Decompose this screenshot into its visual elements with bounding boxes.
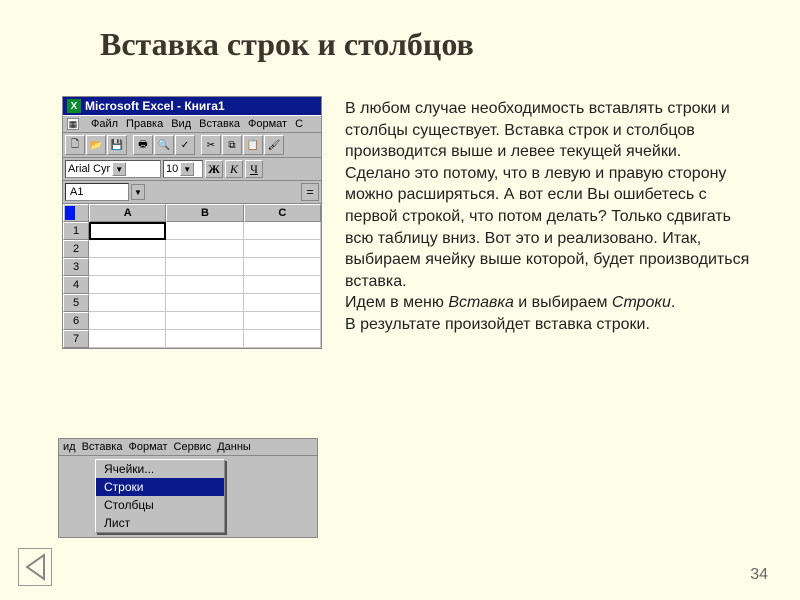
copy-icon[interactable]: ⧉ xyxy=(222,135,242,155)
paste-icon[interactable]: 📋 xyxy=(243,135,263,155)
formula-bar: A1 ▼ = xyxy=(63,181,321,204)
cut-icon[interactable]: ✂ xyxy=(201,135,221,155)
cell[interactable] xyxy=(244,258,321,276)
menu-view[interactable]: Вид xyxy=(171,118,191,130)
triangle-left-icon xyxy=(24,553,46,581)
paragraph-2: Сделано это потому, что в левую и правую… xyxy=(345,163,755,293)
paragraph-3: Идем в меню Вставка и выбираем Строки. xyxy=(345,292,755,314)
dropdown-arrow-icon[interactable]: ▼ xyxy=(180,162,194,176)
excel-app-icon: X xyxy=(67,99,81,113)
menu-edit[interactable]: Правка xyxy=(126,118,163,130)
font-name-value: Arial Cyr xyxy=(68,163,110,175)
cell[interactable] xyxy=(244,294,321,312)
column-header-c[interactable]: C xyxy=(244,204,321,222)
text-fragment: Идем в меню xyxy=(345,294,448,311)
menu-format[interactable]: Формат xyxy=(128,441,167,453)
name-box-arrow-icon[interactable]: ▼ xyxy=(131,184,145,200)
select-all-corner[interactable] xyxy=(63,204,89,222)
menu-format[interactable]: Формат xyxy=(248,118,287,130)
underline-button[interactable]: Ч xyxy=(245,160,263,178)
column-header-a[interactable]: A xyxy=(89,204,166,222)
cell[interactable] xyxy=(89,330,166,348)
menu-insert[interactable]: Вставка xyxy=(82,441,123,453)
format-painter-icon[interactable]: 🖌 xyxy=(264,135,284,155)
font-name-combo[interactable]: Arial Cyr ▼ xyxy=(65,160,161,178)
font-size-value: 10 xyxy=(166,163,178,175)
font-size-combo[interactable]: 10 ▼ xyxy=(163,160,203,178)
slide-title: Вставка строк и столбцов xyxy=(100,26,474,63)
window-title: Microsoft Excel - Книга1 xyxy=(85,99,225,113)
page-number: 34 xyxy=(750,566,768,584)
insert-dropdown: Ячейки... Строки Столбцы Лист xyxy=(95,459,225,533)
dropdown-arrow-icon[interactable]: ▼ xyxy=(112,162,126,176)
menu-item-cells[interactable]: Ячейки... xyxy=(96,460,224,478)
name-box[interactable]: A1 xyxy=(65,183,129,201)
cell[interactable] xyxy=(166,312,243,330)
standard-toolbar: 🗋 📂 💾 🖶 🔍 ✓ ✂ ⧉ 📋 🖌 xyxy=(63,133,321,158)
cell[interactable] xyxy=(244,276,321,294)
text-fragment: . xyxy=(671,294,675,311)
print-preview-icon[interactable]: 🔍 xyxy=(154,135,174,155)
excel-window: X Microsoft Excel - Книга1 ▦ Файл Правка… xyxy=(62,96,322,349)
paragraph-4: В результате произойдет вставка строки. xyxy=(345,314,755,336)
spellcheck-icon[interactable]: ✓ xyxy=(175,135,195,155)
cell-a1[interactable] xyxy=(89,222,166,240)
formatting-toolbar: Arial Cyr ▼ 10 ▼ Ж К Ч xyxy=(63,158,321,181)
menu-insert[interactable]: Вставка xyxy=(199,118,240,130)
menu-tools[interactable]: С xyxy=(295,118,303,130)
row-header[interactable]: 2 xyxy=(63,240,89,258)
menu-item-rows: Строки xyxy=(612,294,671,311)
row-header[interactable]: 4 xyxy=(63,276,89,294)
cell[interactable] xyxy=(166,258,243,276)
menu-view-fragment[interactable]: ид xyxy=(63,441,76,453)
cell[interactable] xyxy=(244,312,321,330)
save-icon[interactable]: 💾 xyxy=(107,135,127,155)
cell[interactable] xyxy=(244,240,321,258)
cell[interactable] xyxy=(89,312,166,330)
equals-button[interactable]: = xyxy=(301,183,319,201)
column-header-b[interactable]: B xyxy=(166,204,243,222)
cell[interactable] xyxy=(244,222,321,240)
cell[interactable] xyxy=(89,258,166,276)
menu-item-sheet[interactable]: Лист xyxy=(96,514,224,532)
workbook-icon: ▦ xyxy=(67,118,79,130)
row-header[interactable]: 5 xyxy=(63,294,89,312)
text-fragment: и выбираем xyxy=(514,294,612,311)
paragraph-1: В любом случае необходимость вставлять с… xyxy=(345,98,755,163)
cell[interactable] xyxy=(166,330,243,348)
spreadsheet-grid[interactable]: A B C 1 2 3 4 5 6 7 xyxy=(63,204,321,348)
cell[interactable] xyxy=(166,222,243,240)
row-header[interactable]: 1 xyxy=(63,222,89,240)
cell[interactable] xyxy=(89,240,166,258)
open-file-icon[interactable]: 📂 xyxy=(86,135,106,155)
menu-tools[interactable]: Сервис xyxy=(174,441,212,453)
name-box-value: A1 xyxy=(70,186,83,198)
italic-button[interactable]: К xyxy=(225,160,243,178)
cell[interactable] xyxy=(244,330,321,348)
window-titlebar: X Microsoft Excel - Книга1 xyxy=(63,97,321,115)
insert-menu-screenshot: ид Вставка Формат Сервис Данны Ячейки...… xyxy=(58,438,318,538)
bold-button[interactable]: Ж xyxy=(205,160,223,178)
cell[interactable] xyxy=(89,276,166,294)
row-header[interactable]: 7 xyxy=(63,330,89,348)
cell[interactable] xyxy=(166,294,243,312)
slide-body: В любом случае необходимость вставлять с… xyxy=(345,98,755,336)
print-icon[interactable]: 🖶 xyxy=(133,135,153,155)
menu-item-columns[interactable]: Столбцы xyxy=(96,496,224,514)
menu-data-fragment[interactable]: Данны xyxy=(217,441,251,453)
menu-bar-fragment: ид Вставка Формат Сервис Данны xyxy=(59,439,317,456)
cell[interactable] xyxy=(89,294,166,312)
menu-name-insert: Вставка xyxy=(448,294,514,311)
prev-slide-button[interactable] xyxy=(18,548,52,586)
menu-bar: ▦ Файл Правка Вид Вставка Формат С xyxy=(63,115,321,133)
row-header[interactable]: 6 xyxy=(63,312,89,330)
row-header[interactable]: 3 xyxy=(63,258,89,276)
cell[interactable] xyxy=(166,276,243,294)
new-file-icon[interactable]: 🗋 xyxy=(65,135,85,155)
menu-file[interactable]: Файл xyxy=(91,118,118,130)
menu-item-rows[interactable]: Строки xyxy=(96,478,224,496)
cell[interactable] xyxy=(166,240,243,258)
